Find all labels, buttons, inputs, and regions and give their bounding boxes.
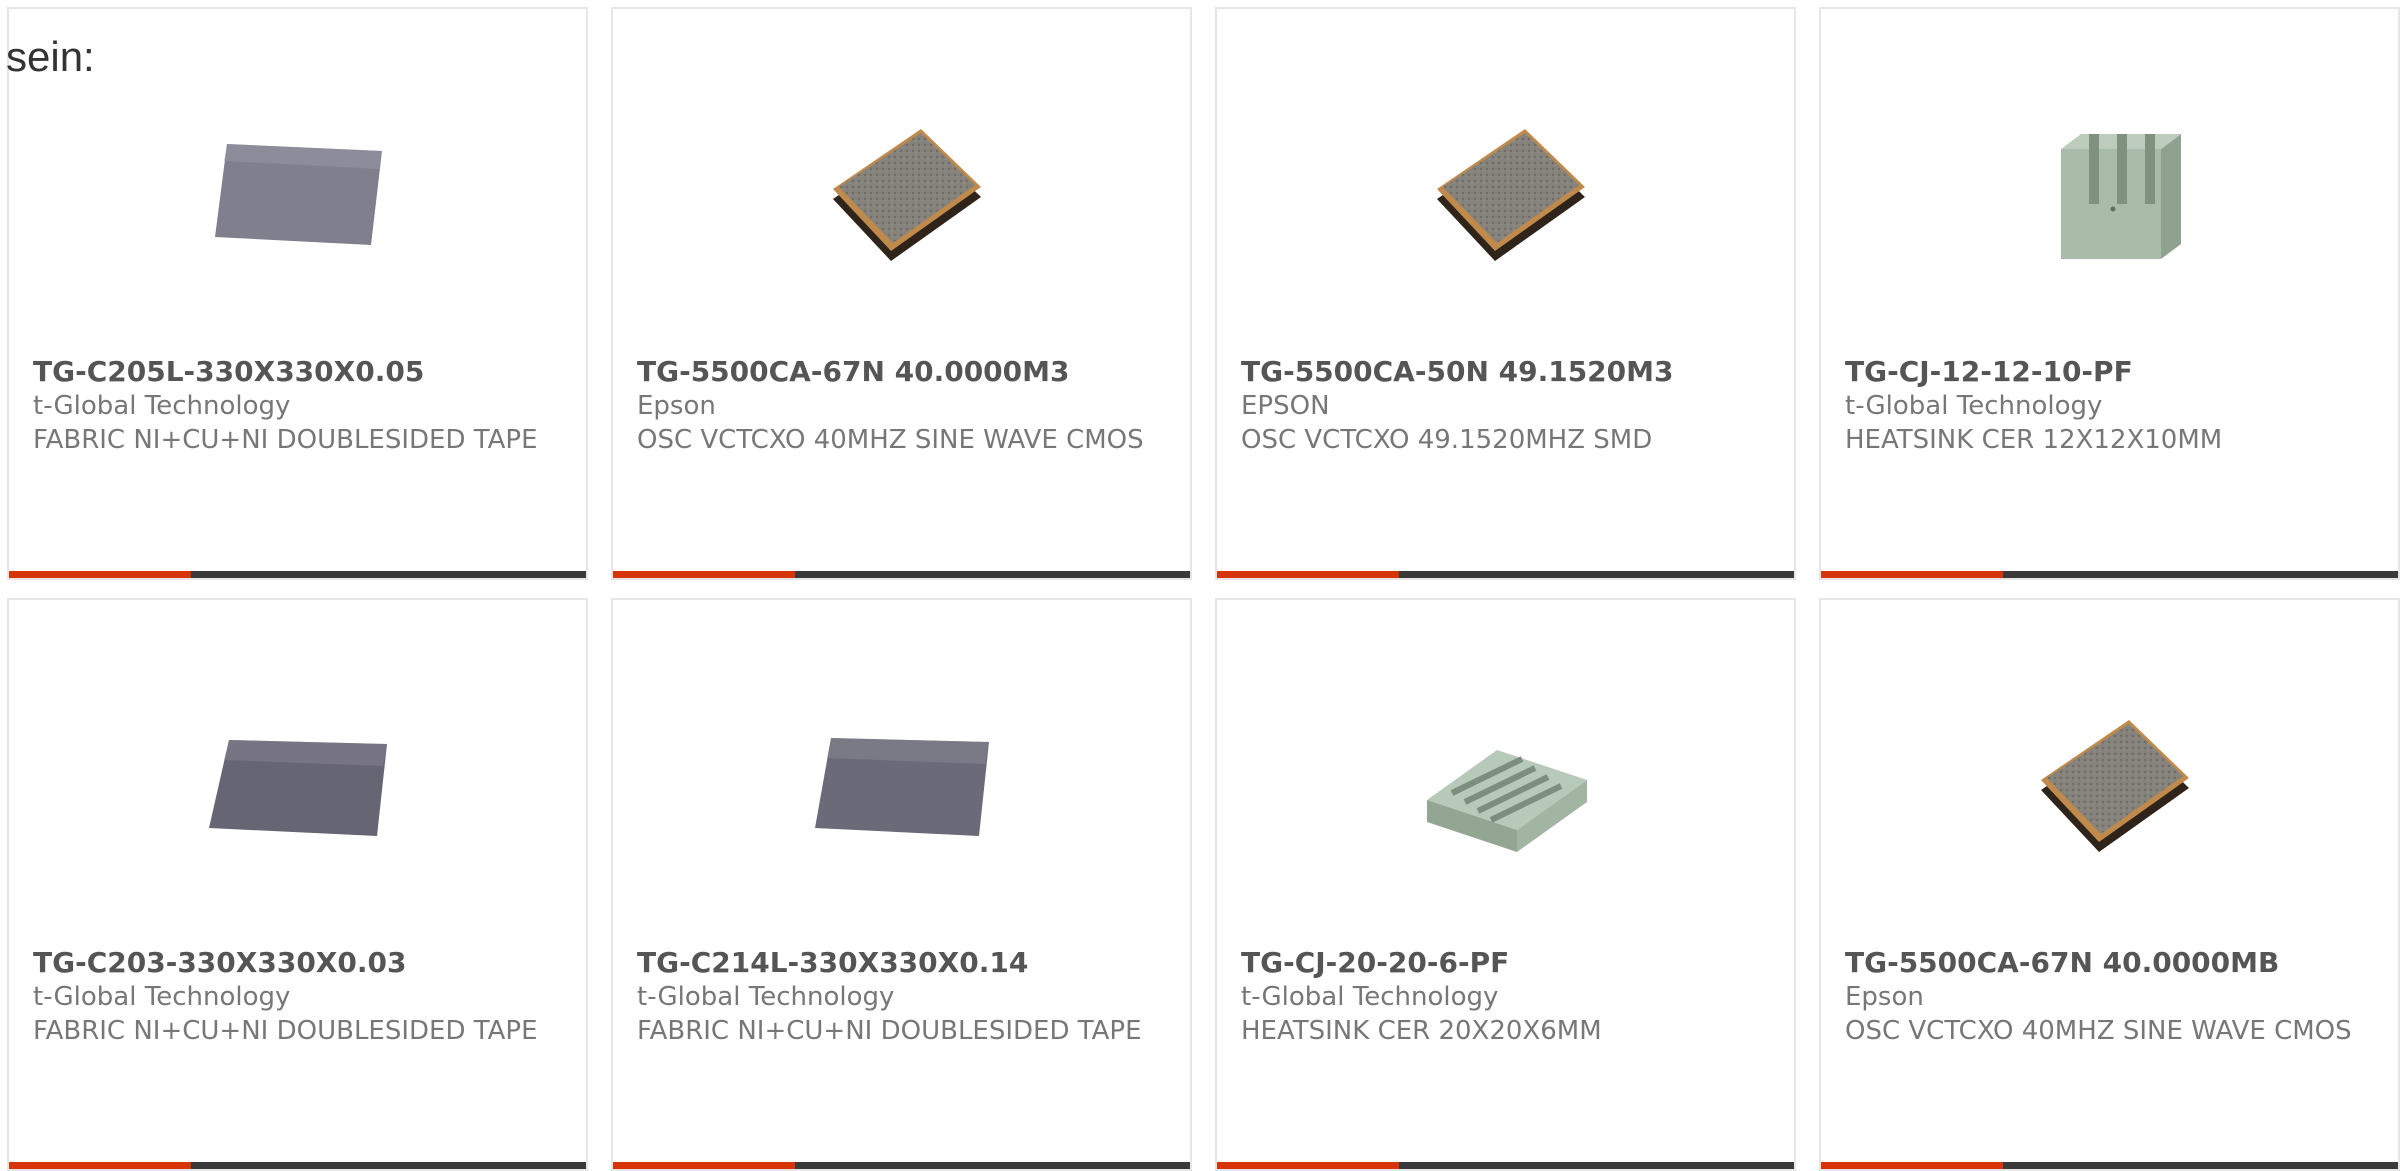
description: FABRIC NI+CU+NI DOUBLESIDED TAPE [33, 425, 538, 455]
description: HEATSINK CER 20X20X6MM [1241, 1016, 1602, 1046]
oscillator-chip-icon [2011, 680, 2211, 880]
ceramic-heatsink-flat-icon [1407, 680, 1607, 880]
manufacturer: t-Global Technology [1845, 391, 2103, 421]
part-number[interactable]: TG-C214L-330X330X0.14 [637, 946, 1166, 980]
card-footer-bar [1821, 571, 2398, 578]
card-footer-bar [9, 571, 586, 578]
manufacturer: EPSON [1241, 391, 1330, 421]
description: HEATSINK CER 12X12X10MM [1845, 425, 2223, 455]
card-footer-bar [613, 1162, 1190, 1169]
part-number[interactable]: TG-5500CA-67N 40.0000M3 [637, 355, 1166, 389]
product-card[interactable]: TG-5500CA-67N 40.0000MB Epson OSC VCTCXO… [1819, 598, 2400, 1171]
fabric-tape-sheet-icon [199, 89, 399, 289]
card-footer-bar [613, 571, 1190, 578]
fabric-tape-sheet-icon [803, 680, 1003, 880]
oscillator-chip-icon [803, 89, 1003, 289]
oscillator-chip-icon [1407, 89, 1607, 289]
manufacturer: Epson [1845, 982, 1924, 1012]
product-grid: TG-C205L-330X330X0.05 t-Global Technolog… [0, 0, 2400, 1171]
manufacturer: Epson [637, 391, 716, 421]
description: OSC VCTCXO 49.1520MHZ SMD [1241, 425, 1653, 455]
card-footer-accent [1217, 1162, 1399, 1169]
manufacturer: t-Global Technology [1241, 982, 1499, 1012]
card-footer-bar [1821, 1162, 2398, 1169]
intro-text: sein: [6, 33, 95, 80]
card-footer-accent [1821, 1162, 2003, 1169]
card-footer-accent [1217, 571, 1399, 578]
part-number[interactable]: TG-C205L-330X330X0.05 [33, 355, 562, 389]
product-card[interactable]: TG-C203-330X330X0.03 t-Global Technology… [7, 598, 588, 1171]
description: FABRIC NI+CU+NI DOUBLESIDED TAPE [33, 1016, 538, 1046]
card-footer-bar [1217, 1162, 1794, 1169]
product-card[interactable]: TG-CJ-12-12-10-PF t-Global Technology HE… [1819, 7, 2400, 580]
card-footer-accent [9, 571, 191, 578]
product-card[interactable]: TG-C205L-330X330X0.05 t-Global Technolog… [7, 7, 588, 580]
card-footer-accent [613, 1162, 795, 1169]
description: OSC VCTCXO 40MHZ SINE WAVE CMOS [637, 425, 1144, 455]
product-card[interactable]: TG-5500CA-50N 49.1520M3 EPSON OSC VCTCXO… [1215, 7, 1796, 580]
manufacturer: t-Global Technology [637, 982, 895, 1012]
part-number[interactable]: TG-C203-330X330X0.03 [33, 946, 562, 980]
ceramic-heatsink-icon [2011, 89, 2211, 289]
manufacturer: t-Global Technology [33, 982, 291, 1012]
part-number[interactable]: TG-5500CA-50N 49.1520M3 [1241, 355, 1770, 389]
card-footer-bar [1217, 571, 1794, 578]
manufacturer: t-Global Technology [33, 391, 291, 421]
card-footer-bar [9, 1162, 586, 1169]
product-card[interactable]: TG-C214L-330X330X0.14 t-Global Technolog… [611, 598, 1192, 1171]
card-footer-accent [9, 1162, 191, 1169]
part-number[interactable]: TG-CJ-12-12-10-PF [1845, 355, 2374, 389]
card-footer-accent [1821, 571, 2003, 578]
product-card[interactable]: TG-5500CA-67N 40.0000M3 Epson OSC VCTCXO… [611, 7, 1192, 580]
part-number[interactable]: TG-CJ-20-20-6-PF [1241, 946, 1770, 980]
part-number[interactable]: TG-5500CA-67N 40.0000MB [1845, 946, 2374, 980]
product-card[interactable]: TG-CJ-20-20-6-PF t-Global Technology HEA… [1215, 598, 1796, 1171]
description: OSC VCTCXO 40MHZ SINE WAVE CMOS [1845, 1016, 2352, 1046]
description: FABRIC NI+CU+NI DOUBLESIDED TAPE [637, 1016, 1142, 1046]
card-footer-accent [613, 571, 795, 578]
fabric-tape-sheet-icon [199, 680, 399, 880]
